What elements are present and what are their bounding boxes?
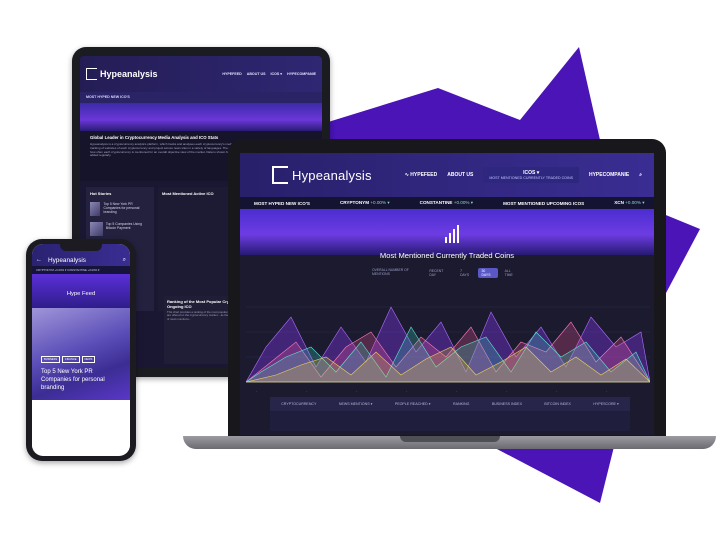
ticker-item[interactable]: MOST MENTIONED UPCOMING ICOS: [503, 201, 584, 206]
hot-story-label: Top 5 Companies Using Bitcoin Payment: [105, 222, 142, 231]
story-thumbnail: [90, 202, 101, 216]
ticker-change: +0.00% ▾: [625, 200, 645, 205]
col-news-mentions[interactable]: NEWS MENTIONS ▾: [339, 402, 373, 406]
ticker-label: MOST HYPED NEW ICO'S: [254, 200, 310, 206]
laptop-hero: [240, 209, 654, 255]
phone-logo[interactable]: Hypeanalysis: [48, 257, 86, 264]
svg-text:·: ·: [306, 389, 307, 394]
laptop-header: Hypeanalysis ∿ HYPEFEED ABOUT US ICOS ▾ …: [240, 153, 654, 197]
svg-text:·: ·: [456, 389, 457, 394]
tablet-logo[interactable]: Hypeanalysis: [100, 69, 158, 79]
search-icon[interactable]: ⌕: [123, 257, 126, 264]
article-hero-image[interactable]: BUSINESS FINANCE NEWS Top 5 New York PR …: [32, 308, 130, 400]
nav-hypefeed[interactable]: ∿ HYPEFEED: [405, 172, 438, 178]
back-arrow-icon[interactable]: ←: [36, 257, 42, 263]
logo-icon: [272, 166, 288, 184]
ticker-item[interactable]: CONSTANTINE +0.00% ▾: [420, 200, 473, 206]
col-cryptocurrency[interactable]: CRYPTOCURRENCY: [281, 402, 316, 406]
hot-story-item[interactable]: Top 5 Companies Using Bitcoin Payment: [90, 222, 150, 236]
ticker-change: +0.00% ▾: [370, 200, 390, 205]
nav-hypecompanies[interactable]: HYPECOMPANIE: [589, 172, 629, 178]
mentions-area-chart: · · · · · · · ·: [246, 306, 650, 394]
chart-controls: OVERALL NUMBER OF MENTIONS RECENT DAY 7 …: [240, 268, 654, 278]
hype-feed-banner: Hype Feed: [32, 274, 130, 308]
phone-ticker: CRYPTONYM +0.00% ▾ CONSTANTINE +0.00% ▾: [32, 266, 130, 274]
phone-notch: [60, 244, 102, 251]
svg-text:·: ·: [406, 389, 407, 394]
tablet-nav-about[interactable]: ABOUT US: [247, 72, 266, 76]
laptop-screen: Hypeanalysis ∿ HYPEFEED ABOUT US ICOS ▾ …: [240, 153, 654, 435]
tablet-hero-wave: [80, 103, 322, 131]
tablet-section-label: MOST HYPED NEW ICO'S: [80, 92, 322, 103]
ticker-label: MOST MENTIONED UPCOMING ICOS: [503, 200, 585, 206]
svg-text:·: ·: [256, 389, 257, 394]
range-7-days[interactable]: 7 DAYS: [457, 268, 474, 278]
hot-story-label: Top 5 New York PR Companies for personal…: [103, 202, 140, 215]
nav-hypefeed-label: HYPEFEED: [410, 172, 438, 178]
range-recent-day[interactable]: RECENT DAY: [426, 268, 453, 278]
hero-bars-icon: [445, 225, 459, 243]
ticker-bar: MOST HYPED NEW ICO'S CRYPTONYM +0.00% ▾ …: [240, 197, 654, 209]
ticker-label: CRYPTONYM: [339, 200, 371, 205]
ticker-item[interactable]: CRYPTONYM +0.00% ▾: [340, 200, 390, 206]
hot-stories-title: Hot Stories: [90, 191, 112, 196]
tablet-nav-icos[interactable]: ICOS ▾: [271, 72, 283, 76]
ticker-change: +0.00% ▾: [453, 200, 474, 205]
col-bitcoin-index[interactable]: BITCOIN INDEX: [544, 402, 571, 406]
hype-feed-title: Hype Feed: [66, 291, 96, 297]
svg-text:·: ·: [356, 389, 357, 394]
svg-text:·: ·: [506, 389, 507, 394]
table-row[interactable]: [270, 411, 630, 431]
tablet-header: Hypeanalysis HYPEFEED ABOUT US ICOS ▾ HY…: [80, 56, 322, 92]
coins-table-header: CRYPTOCURRENCY NEWS MENTIONS ▾ PEOPLE RE…: [270, 397, 630, 411]
range-30-days[interactable]: 30 DAYS: [478, 268, 498, 278]
svg-text:·: ·: [556, 389, 557, 394]
tag-business[interactable]: BUSINESS: [41, 356, 61, 363]
tablet-nav-hypefeed[interactable]: HYPEFEED: [222, 72, 241, 76]
range-selector: RECENT DAY 7 DAYS 30 DAYS ALL TIME: [426, 268, 522, 278]
phone-footer: [32, 400, 130, 448]
chart-sublabel: OVERALL NUMBER OF MENTIONS: [372, 268, 409, 276]
tag-finance[interactable]: FINANCE: [62, 356, 80, 363]
col-people-reached[interactable]: PEOPLE REACHED ▾: [395, 402, 431, 406]
ticker-item[interactable]: MOST HYPED NEW ICO'S: [254, 201, 310, 206]
phone-screen: ← Hypeanalysis ⌕ CRYPTONYM +0.00% ▾ CONS…: [32, 244, 130, 456]
col-hypescore[interactable]: HYPESCORE ▾: [593, 402, 618, 406]
laptop-logo[interactable]: Hypeanalysis: [292, 168, 372, 183]
svg-text:·: ·: [606, 389, 607, 394]
search-icon[interactable]: ⌕: [639, 172, 642, 178]
col-business-index[interactable]: BUSINESS INDEX: [492, 402, 522, 406]
range-all-time[interactable]: ALL TIME: [502, 268, 522, 278]
nav-icos-dropdown[interactable]: ICOS ▾ MOST MENTIONED CURRENTLY TRADED C…: [483, 167, 579, 183]
laptop-opening-notch: [400, 436, 500, 442]
logo-icon: [86, 68, 97, 80]
tag-news[interactable]: NEWS: [81, 356, 96, 363]
tablet-nav: HYPEFEED ABOUT US ICOS ▾ HYPECOMPANIE: [222, 72, 316, 76]
ticker-label: XCN: [614, 200, 626, 205]
article-title: Top 5 New York PR Companies for personal…: [41, 369, 105, 391]
ticker-item[interactable]: XCN +0.00% ▾: [614, 200, 644, 206]
nav-icos-sub: MOST MENTIONED CURRENTLY TRADED COINS: [489, 176, 573, 180]
story-thumbnail: [90, 222, 103, 236]
article-tags: BUSINESS FINANCE NEWS: [41, 356, 96, 363]
col-ranking[interactable]: RANKING: [453, 402, 469, 406]
hot-story-item[interactable]: Top 5 New York PR Companies for personal…: [90, 202, 150, 216]
nav-about-us[interactable]: ABOUT US: [447, 172, 473, 178]
laptop-nav: ∿ HYPEFEED ABOUT US ICOS ▾ MOST MENTIONE…: [405, 167, 642, 183]
ticker-label: CONSTANTINE: [419, 200, 454, 205]
tablet-nav-hypecompanies[interactable]: HYPECOMPANIE: [287, 72, 316, 76]
